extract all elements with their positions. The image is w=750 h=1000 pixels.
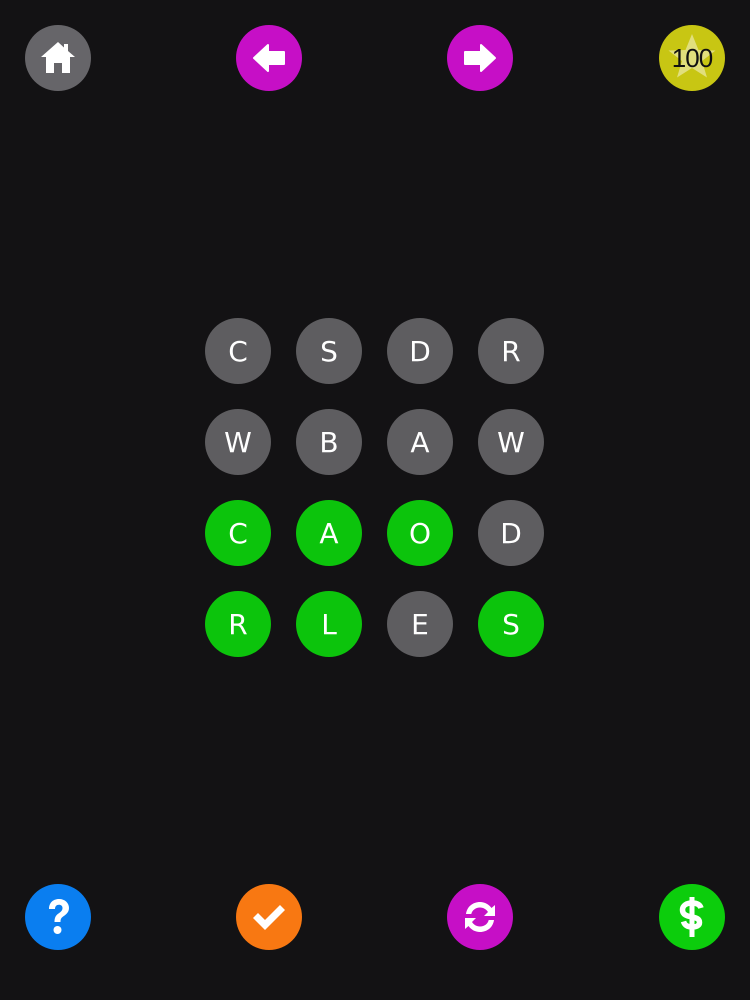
submit-word-button[interactable] xyxy=(236,884,302,950)
letter-tile[interactable]: O xyxy=(387,500,453,566)
dollar-icon xyxy=(679,897,704,937)
letter-tile[interactable]: C xyxy=(205,318,271,384)
letter-tile[interactable]: L xyxy=(296,591,362,657)
letter-tile[interactable]: C xyxy=(205,500,271,566)
letter-tile[interactable]: R xyxy=(478,318,544,384)
letter-tile[interactable]: E xyxy=(387,591,453,657)
letter-grid: CSDRWBAWCAODRLES xyxy=(205,318,545,658)
previous-level-button[interactable] xyxy=(236,25,302,91)
letter-tile[interactable]: W xyxy=(205,409,271,475)
letter-tile[interactable]: D xyxy=(387,318,453,384)
coins-badge[interactable]: 100 xyxy=(659,25,725,91)
arrow-right-icon xyxy=(464,44,496,72)
shuffle-button[interactable] xyxy=(447,884,513,950)
letter-tile[interactable]: A xyxy=(387,409,453,475)
shop-button[interactable] xyxy=(659,884,725,950)
letter-tile[interactable]: S xyxy=(296,318,362,384)
arrow-left-icon xyxy=(253,44,285,72)
help-button[interactable] xyxy=(25,884,91,950)
letter-tile[interactable]: R xyxy=(205,591,271,657)
coin-count: 100 xyxy=(671,42,713,73)
home-icon xyxy=(41,42,75,73)
letter-tile[interactable]: A xyxy=(296,500,362,566)
question-mark-icon xyxy=(49,899,69,934)
home-button[interactable] xyxy=(25,25,91,91)
letter-tile[interactable]: B xyxy=(296,409,362,475)
letter-tile[interactable]: D xyxy=(478,500,544,566)
letter-tile[interactable]: S xyxy=(478,591,544,657)
next-level-button[interactable] xyxy=(447,25,513,91)
refresh-icon xyxy=(465,902,495,932)
checkmark-icon xyxy=(253,905,285,930)
letter-tile[interactable]: W xyxy=(478,409,544,475)
